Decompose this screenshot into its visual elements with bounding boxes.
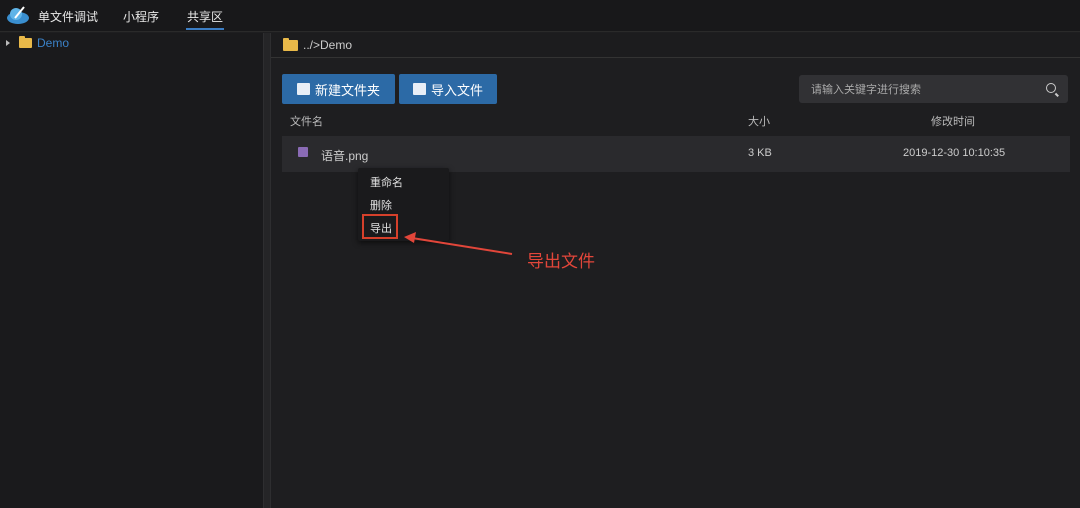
import-file-label: 导入文件 bbox=[430, 82, 483, 98]
folder-icon bbox=[19, 36, 32, 48]
tab-shared-area[interactable]: 共享区 bbox=[185, 8, 225, 30]
sidebar bbox=[0, 33, 263, 508]
new-folder-button[interactable]: 新建文件夹 bbox=[282, 74, 395, 104]
file-modified: 2019-12-30 10:10:35 bbox=[903, 147, 1006, 159]
search-icon[interactable] bbox=[1046, 83, 1056, 93]
breadcrumb-path[interactable]: ../>Demo bbox=[303, 38, 352, 52]
app-logo-icon bbox=[7, 6, 29, 24]
menu-item-delete[interactable]: 删除 bbox=[370, 197, 392, 213]
tree-item-demo[interactable]: Demo bbox=[6, 36, 69, 50]
tab-single-file-debug[interactable]: 单文件调试 bbox=[38, 8, 98, 25]
breadcrumb: ../>Demo bbox=[271, 33, 1080, 58]
new-folder-icon bbox=[296, 83, 310, 95]
column-header-name[interactable]: 文件名 bbox=[290, 113, 323, 129]
caret-right-icon[interactable] bbox=[6, 40, 10, 46]
annotation-arrow-icon bbox=[404, 232, 513, 255]
table-row[interactable]: 语音.png 3 KB 2019-12-30 10:10:35 bbox=[282, 136, 1070, 172]
file-name: 语音.png bbox=[321, 149, 369, 163]
tree-item-label: Demo bbox=[37, 36, 70, 50]
tab-mini-program[interactable]: 小程序 bbox=[123, 8, 159, 25]
file-size: 3 KB bbox=[748, 147, 772, 159]
image-file-icon bbox=[298, 147, 308, 157]
highlight-box bbox=[362, 214, 398, 239]
column-header-modified[interactable]: 修改时间 bbox=[931, 113, 975, 129]
panel-splitter[interactable] bbox=[263, 33, 271, 508]
import-file-button[interactable]: 导入文件 bbox=[399, 74, 497, 104]
search-input[interactable]: 请输入关键字进行搜索 bbox=[799, 75, 1068, 103]
folder-icon bbox=[283, 37, 298, 51]
new-folder-label: 新建文件夹 bbox=[314, 82, 380, 98]
import-icon bbox=[412, 83, 426, 95]
annotation-label: 导出文件 bbox=[527, 252, 595, 271]
search-placeholder: 请输入关键字进行搜索 bbox=[811, 84, 921, 96]
menu-item-rename[interactable]: 重命名 bbox=[370, 174, 403, 190]
top-bar: 单文件调试 小程序 共享区 bbox=[0, 0, 1080, 32]
column-header-size[interactable]: 大小 bbox=[748, 113, 770, 129]
